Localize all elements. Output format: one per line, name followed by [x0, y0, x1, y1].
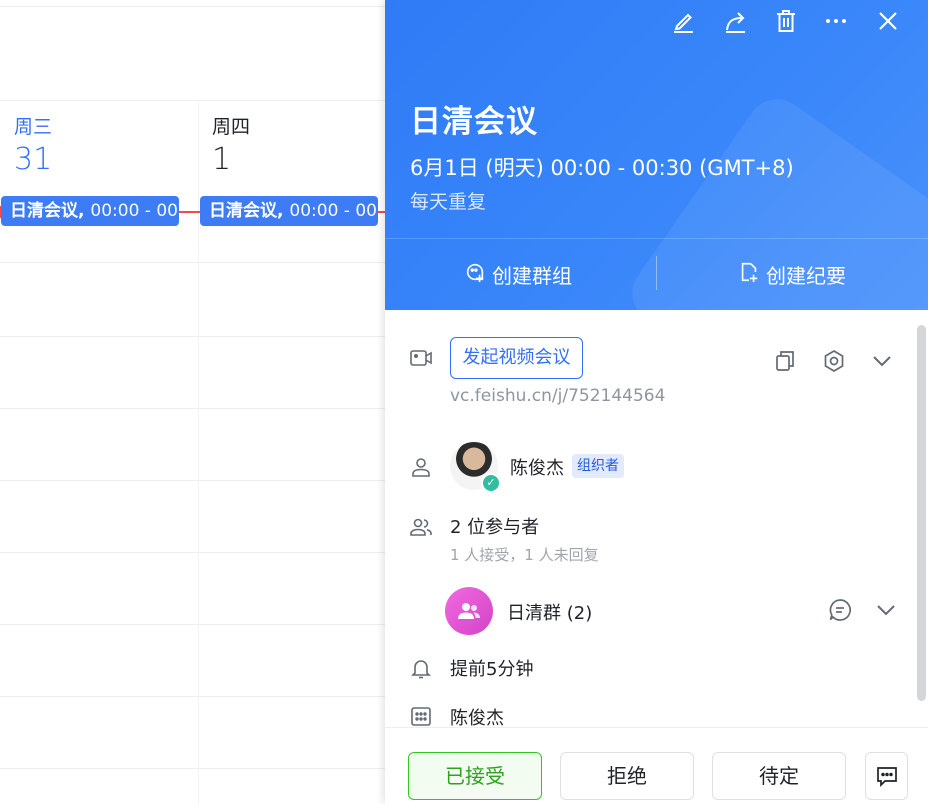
video-camera-icon [409, 346, 433, 370]
close-icon[interactable] [873, 6, 903, 36]
event-chip-time: 00:00 - 00 [289, 201, 377, 221]
person-icon [409, 455, 433, 479]
grid-line [0, 6, 386, 7]
event-chip-wednesday[interactable]: 日清会议, 00:00 - 00 [1, 196, 179, 226]
create-minutes-label: 创建纪要 [766, 263, 846, 288]
delete-icon[interactable] [771, 6, 801, 36]
organizer-badge: 组织者 [572, 454, 624, 478]
organizer-avatar[interactable]: ✓ [450, 442, 501, 493]
grid-line [0, 696, 386, 697]
chat-bubble-icon[interactable] [827, 597, 853, 623]
weekday-thursday: 周四 [212, 116, 251, 138]
weekday-wednesday: 周三 [14, 116, 53, 138]
check-icon: ✓ [481, 473, 501, 493]
start-video-meeting-button[interactable]: 发起视频会议 [450, 337, 583, 379]
comment-button[interactable] [865, 752, 908, 800]
create-group-label: 创建群组 [492, 263, 572, 288]
video-meeting-link[interactable]: vc.feishu.cn/j/752144564 [450, 386, 665, 406]
chevron-down-icon[interactable] [869, 348, 895, 374]
reminder-text[interactable]: 提前5分钟 [450, 655, 533, 681]
people-icon [409, 515, 433, 539]
grid-line [0, 336, 386, 337]
scrollbar[interactable] [917, 325, 926, 701]
create-group-icon [464, 261, 486, 288]
create-minutes-button[interactable]: 创建纪要 [738, 258, 846, 290]
bell-icon [409, 656, 433, 680]
attendee-status: 1 人接受，1 人未回复 [450, 546, 599, 564]
calendar-icon [409, 704, 433, 728]
event-chip-thursday[interactable]: 日清会议, 00:00 - 00 [200, 196, 378, 226]
grid-line [0, 262, 386, 263]
event-time: 6月1日 (明天) 00:00 - 00:30 (GMT+8) [410, 156, 794, 180]
rsvp-footer: 已接受 拒绝 待定 [385, 727, 928, 804]
create-group-button[interactable]: 创建群组 [464, 258, 572, 290]
date-1[interactable]: 1 [212, 142, 231, 177]
date-31[interactable]: 31 [14, 142, 52, 177]
calendar-week-view: 周三 31 周四 1 日清会议, 00:00 - 00 日清会议, 00:00 … [0, 0, 386, 804]
comment-icon [875, 767, 899, 793]
event-detail-panel: 日清会议 6月1日 (明天) 00:00 - 00:30 (GMT+8) 每天重… [385, 0, 928, 804]
create-minutes-icon [738, 261, 760, 288]
tentative-button[interactable]: 待定 [712, 752, 846, 800]
accept-button[interactable]: 已接受 [408, 752, 542, 800]
organizer-name: 陈俊杰 [510, 458, 564, 479]
event-header: 日清会议 6月1日 (明天) 00:00 - 00:30 (GMT+8) 每天重… [385, 0, 928, 310]
grid-line [0, 768, 386, 769]
day-divider [198, 100, 199, 804]
share-icon[interactable] [720, 6, 750, 36]
grid-line [0, 408, 386, 409]
more-icon[interactable] [821, 6, 851, 36]
attendee-count[interactable]: 2 位参与者 [450, 513, 539, 539]
group-name[interactable]: 日清群 (2) [507, 599, 592, 625]
grid-line [0, 480, 386, 481]
grid-line [0, 100, 386, 101]
group-avatar[interactable] [445, 587, 493, 635]
settings-gear-icon[interactable] [821, 348, 847, 374]
event-chip-time: 00:00 - 00 [90, 201, 178, 221]
event-chip-title: 日清会议, [10, 201, 85, 221]
action-divider [656, 256, 657, 290]
grid-line [0, 624, 386, 625]
chevron-down-icon[interactable] [873, 597, 899, 623]
header-divider [385, 238, 928, 239]
event-chip-title: 日清会议, [209, 201, 284, 221]
edit-icon[interactable] [668, 6, 698, 36]
grid-line [0, 552, 386, 553]
decline-button[interactable]: 拒绝 [560, 752, 694, 800]
event-repeat: 每天重复 [410, 191, 487, 213]
event-title: 日清会议 [410, 104, 538, 140]
copy-icon[interactable] [772, 348, 798, 374]
